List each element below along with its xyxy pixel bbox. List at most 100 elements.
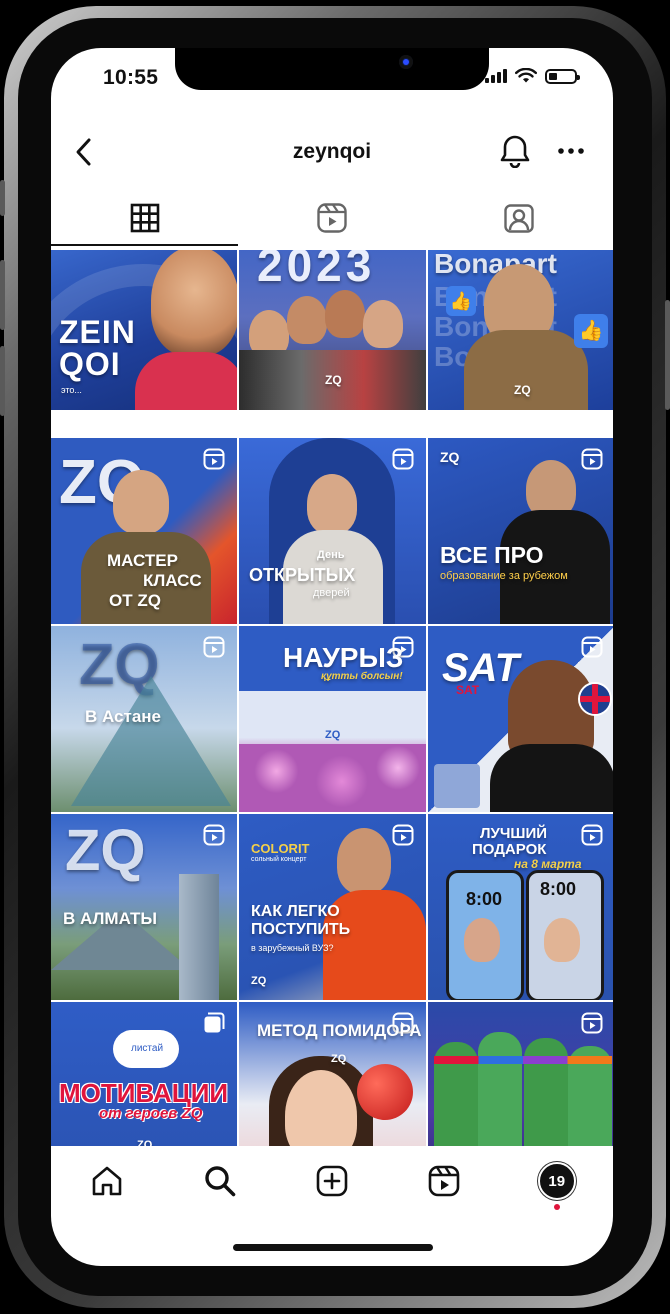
brand-sublabel: сольный концерт [251, 856, 307, 863]
post-title-line1: ОТКРЫТЫХ [249, 565, 356, 585]
zq-logo: ZQ [325, 729, 341, 741]
phone-clock-left: 8:00 [466, 889, 503, 909]
post-thumbnail[interactable]: ZQ В АЛМАТЫ [51, 814, 237, 1000]
post-thumbnail[interactable]: SAT SAT [428, 626, 613, 812]
avatar: 19 [537, 1162, 576, 1200]
turtle-character [524, 1038, 568, 1146]
post-title: 2023 [257, 250, 376, 291]
notch [175, 48, 489, 90]
reel-badge-icon [581, 448, 603, 475]
more-options-button[interactable] [551, 130, 591, 172]
bottom-navigation: 19 [51, 1148, 613, 1214]
person-photo [464, 918, 500, 962]
person-photo [307, 474, 357, 534]
uk-flag-icon [578, 682, 612, 716]
search-icon [204, 1166, 235, 1197]
reel-badge-icon [203, 824, 225, 851]
post-subtitle: День [317, 549, 345, 561]
post-title-line2: ПОСТУПИТЬ [251, 921, 351, 938]
more-horizontal-icon [558, 148, 584, 154]
tab-tagged[interactable] [425, 190, 612, 246]
group-photo [239, 290, 426, 410]
reel-badge-icon [581, 824, 603, 851]
flowers-graphic [239, 744, 426, 812]
volume-down-button [0, 346, 5, 416]
plus-square-icon [316, 1165, 348, 1197]
post-thumbnail[interactable] [428, 1002, 613, 1146]
reel-badge-icon [203, 448, 225, 475]
tab-reels[interactable] [238, 190, 425, 246]
bell-icon [500, 135, 530, 168]
front-camera [399, 55, 413, 69]
cellular-signal-icon [485, 69, 507, 83]
status-time: 10:55 [103, 66, 159, 89]
post-thumbnail[interactable]: ZQ В Астане [51, 626, 237, 812]
like-icon: 👍 [574, 314, 608, 348]
post-title-line2: QOI [59, 346, 121, 382]
turtle-character [478, 1032, 522, 1146]
post-subtitle: құтты болсын! [321, 671, 403, 682]
post-thumbnail[interactable]: COLORIT сольный концерт КАК ЛЕГКО ПОСТУП… [239, 814, 426, 1000]
zq-logo: ZQ [65, 818, 146, 883]
post-thumbnail[interactable]: ZQ ВСЕ ПРО образование за рубежом [428, 438, 613, 624]
zq-logo: ZQ [331, 1053, 347, 1065]
person-photo [337, 828, 391, 894]
post-title-line1: КАК ЛЕГКО [251, 903, 340, 920]
reels-icon [429, 1165, 460, 1197]
profile-tabs [51, 190, 613, 246]
reel-badge-icon [392, 824, 414, 851]
post-thumbnail[interactable]: ЛУЧШИЙ ПОДАРОК на 8 марта 8:00 8:00 [428, 814, 613, 1000]
post-title-line3: ОТ ZQ [109, 591, 161, 610]
nav-home-button[interactable] [77, 1156, 137, 1206]
reel-badge-icon [392, 448, 414, 475]
person-photo [113, 470, 169, 534]
post-thumbnail[interactable]: НАУРЫЗ құтты болсын! ZQ [239, 626, 426, 812]
multi-post-icon [203, 1012, 225, 1039]
phone-clock-right: 8:00 [540, 879, 577, 899]
post-thumbnail[interactable]: ZEIN QOI это... [51, 250, 237, 410]
home-icon [92, 1166, 122, 1196]
nav-profile-button[interactable]: 19 [527, 1156, 587, 1210]
post-subtitle: на 8 марта [514, 857, 582, 871]
reel-badge-icon [203, 636, 225, 663]
person-photo [544, 918, 580, 962]
status-icons [485, 68, 580, 84]
post-thumbnail[interactable]: День ОТКРЫТЫХ дверей [239, 438, 426, 624]
post-thumbnail[interactable]: листай МОТИВАЦИИ от героев ZQ ZQ [51, 1002, 237, 1146]
zq-logo: ZQ [325, 373, 342, 387]
post-title-line2: дверей [313, 587, 350, 599]
post-thumbnail[interactable]: Bonapart BonapartBonapartBonapart 👍 👍 ZQ [428, 250, 613, 410]
post-thumbnail[interactable]: ZQ МАСТЕР КЛАСС ОТ ZQ [51, 438, 237, 624]
person-clothing [490, 744, 613, 812]
nav-reels-button[interactable] [414, 1156, 474, 1206]
post-title: НАУРЫЗ [283, 642, 404, 673]
tab-grid[interactable] [51, 190, 238, 246]
notifications-button[interactable] [495, 130, 535, 172]
volume-up-button [0, 260, 5, 330]
app-screen: 10:55 zeynqoi ZEIN QOI это... 2023 ZQ Bo… [51, 48, 613, 1266]
post-subtitle: в зарубежный ВУЗ? [251, 943, 334, 953]
khan-shatyr-graphic [71, 676, 231, 806]
home-indicator[interactable] [233, 1244, 433, 1251]
post-title: SAT [442, 646, 520, 690]
calculator-graphic [434, 764, 480, 808]
like-icon: 👍 [446, 286, 476, 316]
post-subtitle: от героев ZQ [99, 1105, 203, 1122]
tagged-user-icon [503, 204, 534, 233]
zq-logo: ZQ [440, 449, 460, 465]
post-thumbnail[interactable]: 2023 ZQ [239, 250, 426, 410]
nav-search-button[interactable] [190, 1156, 250, 1206]
post-title: ВСЕ ПРО [440, 542, 544, 568]
nav-create-button[interactable] [302, 1156, 362, 1206]
reel-badge-icon [581, 636, 603, 663]
post-title-line1: МАСТЕР [107, 551, 178, 570]
person-photo [151, 250, 237, 356]
post-title-line1: ZEIN [59, 314, 136, 350]
notification-dot [553, 1204, 560, 1210]
grid-icon [130, 203, 159, 233]
post-thumbnail[interactable]: МЕТОД ПОМИДОРА ZQ [239, 1002, 426, 1146]
battery-icon [545, 68, 580, 84]
post-title: В Астане [85, 707, 162, 726]
post-subtitle: образование за рубежом [440, 570, 568, 582]
reel-badge-icon [581, 1012, 603, 1039]
